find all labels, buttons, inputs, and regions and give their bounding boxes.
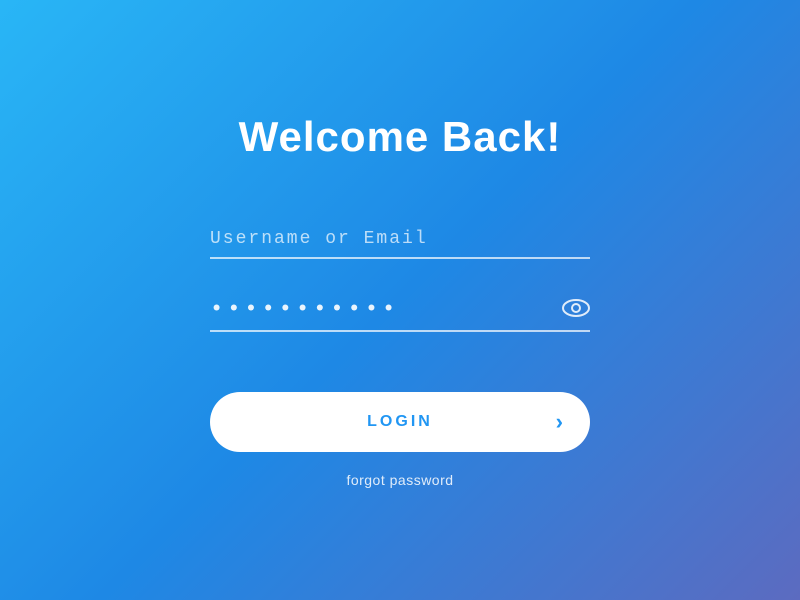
forgot-password-link[interactable]: forgot password [346, 472, 453, 488]
login-container: Welcome Back! LOGIN › forgot password [190, 113, 610, 488]
username-input[interactable] [210, 221, 590, 259]
login-button[interactable]: LOGIN › [210, 392, 590, 452]
password-input[interactable] [210, 289, 590, 332]
page-title: Welcome Back! [239, 113, 562, 161]
login-button-label: LOGIN [367, 413, 433, 431]
username-group [210, 221, 590, 259]
password-group [210, 289, 590, 332]
eye-icon[interactable] [562, 299, 590, 321]
chevron-right-icon: › [556, 409, 566, 435]
